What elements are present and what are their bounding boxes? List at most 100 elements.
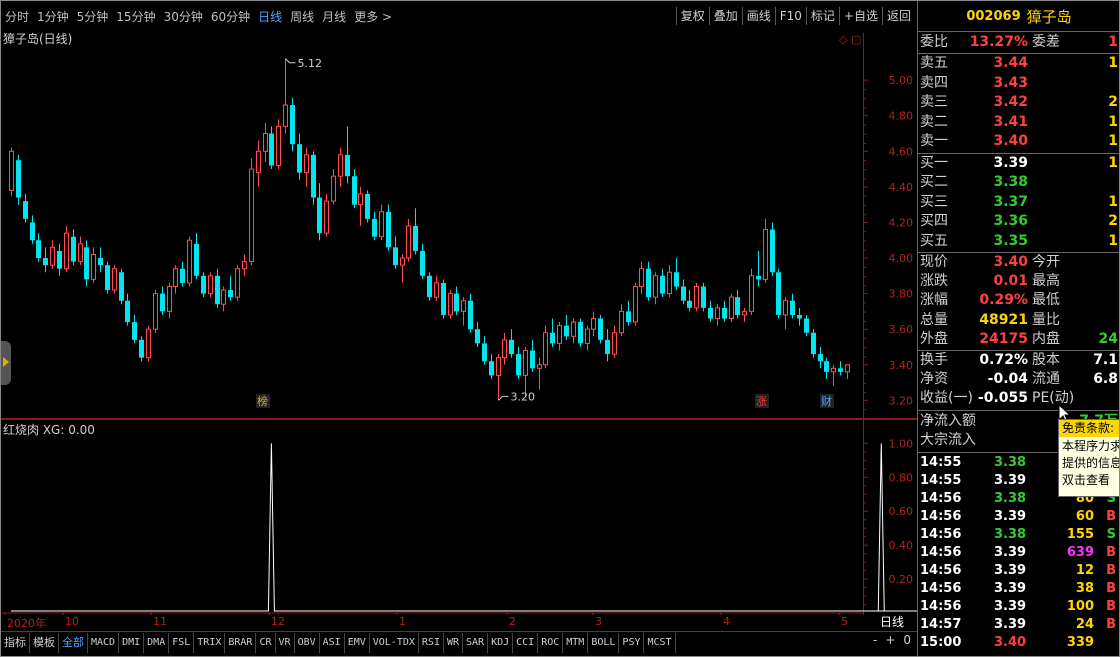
ask-volume: 1 — [1108, 113, 1118, 130]
tool-button[interactable]: F10 — [774, 7, 806, 25]
ask-price: 3.40 — [993, 133, 1028, 149]
indicator-tab[interactable]: PSY — [619, 633, 645, 653]
candle — [331, 169, 336, 205]
indicator-tab[interactable]: KDJ — [488, 633, 514, 653]
trade-price: 3.39 — [994, 562, 1027, 578]
period-tab[interactable]: 更多 > — [350, 1, 396, 33]
trade-side: B — [1106, 598, 1116, 614]
ask-price: 3.42 — [993, 94, 1028, 110]
main-chart[interactable]: 5.00 4.80 4.60 4.40 4.20 4.00 3.80 3.60 3.40 3.20… — [1, 32, 917, 419]
indicator-tab[interactable]: BOLL — [588, 633, 620, 653]
tool-button[interactable]: 复权 — [675, 7, 709, 25]
candlestick-chart[interactable]: 5.00 4.80 4.60 4.40 4.20 4.00 3.80 3.60 3.40 3.20… — [1, 33, 917, 419]
tool-button[interactable]: 标记 — [805, 7, 839, 25]
stat-label: 外盘 — [920, 330, 948, 347]
indicator-tab[interactable]: TRIX — [194, 633, 226, 653]
quote-row: 卖四 3.43 — [918, 74, 1119, 93]
y-tick-label: 0.20 — [889, 573, 914, 586]
tooltip-line: 本程序力求 — [1062, 439, 1120, 453]
period-tab[interactable]: 周线 — [286, 1, 318, 33]
trade-side: B — [1106, 616, 1116, 632]
candle — [804, 314, 809, 337]
period-tab[interactable]: 60分钟 — [207, 1, 254, 33]
period-label[interactable]: 日线 — [869, 613, 915, 631]
trade-time: 14:56 — [920, 490, 962, 506]
stat-value: 0.01 — [993, 273, 1028, 290]
indicator-tab[interactable]: VR — [276, 633, 295, 653]
bid-volume: 1 — [1108, 154, 1118, 171]
candle — [221, 286, 226, 312]
period-tab[interactable]: 日线 — [254, 1, 286, 33]
candle — [338, 147, 343, 187]
candle — [441, 279, 446, 319]
disclaimer-tooltip[interactable]: 免责条款: 本程序力求 提供的信息 双击查看 — [1058, 419, 1120, 497]
period-tab[interactable]: 30分钟 — [160, 1, 207, 33]
period-tab[interactable]: 15分钟 — [112, 1, 159, 33]
candle — [50, 240, 55, 269]
y-tick-label: 4.40 — [889, 181, 914, 194]
indicator-tab[interactable]: SAR — [463, 633, 489, 653]
stat-value: 24175 — [979, 330, 1028, 347]
indicator-tab[interactable]: DMI — [119, 633, 145, 653]
quote-row: 换手 0.72% 股本 7.1 — [918, 351, 1119, 370]
indicator-tab[interactable]: CR — [256, 633, 276, 653]
y-tick-label: 3.40 — [889, 359, 914, 372]
indicator-tab[interactable]: VOL-TDX — [370, 633, 419, 653]
candle — [297, 133, 302, 180]
indicator-tab[interactable]: DMA — [144, 633, 170, 653]
low-label: 3.20 — [511, 390, 536, 403]
trade-row: 14:57 3.39 24 B — [918, 616, 1119, 634]
stat-label: 量比 — [1032, 311, 1060, 328]
trade-price: 3.40 — [994, 634, 1027, 650]
quote-row: 买一 3.39 1 — [918, 154, 1119, 173]
indicator-panel[interactable]: 1.00 0.80 0.60 0.40 0.20 红烧肉 XG: 0.00 2020年 1… — [1, 419, 933, 631]
collapse-handle[interactable] — [1, 341, 11, 385]
high-label: 5.12 — [298, 57, 323, 70]
candle — [276, 119, 281, 170]
candle — [317, 183, 322, 241]
indicator-tab[interactable]: OBV — [295, 633, 320, 653]
candle — [722, 300, 727, 323]
period-tab[interactable]: 5分钟 — [73, 1, 113, 33]
event-badge: 涨 — [756, 395, 767, 408]
candle — [591, 311, 596, 337]
period-tab[interactable]: 月线 — [318, 1, 350, 33]
stat-value: 48921 — [979, 311, 1028, 328]
candle — [776, 268, 781, 319]
tool-button[interactable]: 返回 — [881, 7, 915, 25]
candle — [790, 293, 795, 319]
indicator-tab[interactable]: MCST — [644, 633, 676, 653]
tool-button[interactable]: 叠加 — [708, 7, 742, 25]
indicator-chart[interactable]: 1.00 0.80 0.60 0.40 0.20 — [1, 419, 933, 615]
tool-button[interactable]: 画线 — [741, 7, 775, 25]
indicator-tab[interactable]: RSI — [419, 633, 444, 653]
candle — [468, 293, 473, 333]
period-tab[interactable]: 分时 — [1, 1, 33, 33]
trade-price: 3.38 — [994, 490, 1027, 506]
indicator-tab[interactable]: EMV — [345, 633, 370, 653]
candle — [585, 325, 590, 351]
indicator-tab[interactable]: 指标 — [1, 633, 30, 653]
stat-label: 涨跌 — [920, 273, 948, 290]
stat-value: 3.40 — [993, 254, 1028, 270]
bid-volume: 1 — [1108, 193, 1118, 210]
ask-price: 3.43 — [993, 74, 1028, 91]
candle — [461, 297, 466, 326]
indicator-tab[interactable]: BRAR — [225, 633, 257, 653]
indicator-tab[interactable]: CCI — [513, 633, 539, 653]
indicator-tab[interactable]: MTM — [563, 633, 589, 653]
indicator-tab[interactable]: WR — [444, 633, 464, 653]
period-tab[interactable]: 1分钟 — [33, 1, 73, 33]
candle — [173, 265, 178, 294]
tool-button[interactable]: +自选 — [838, 7, 882, 25]
x-tick-label: 12 — [271, 615, 285, 628]
trade-price: 3.39 — [994, 598, 1027, 614]
indicator-tab[interactable]: FSL — [169, 633, 195, 653]
x-tick-label: 11 — [153, 615, 167, 628]
quote-row: 总量 48921 量比 — [918, 311, 1119, 330]
indicator-tab[interactable]: ROC — [538, 633, 564, 653]
indicator-tab[interactable]: 模板 — [30, 633, 59, 653]
indicator-tab[interactable]: MACD — [88, 633, 120, 653]
indicator-tab[interactable]: ASI — [320, 633, 345, 653]
indicator-tab[interactable]: 全部 — [59, 633, 88, 653]
